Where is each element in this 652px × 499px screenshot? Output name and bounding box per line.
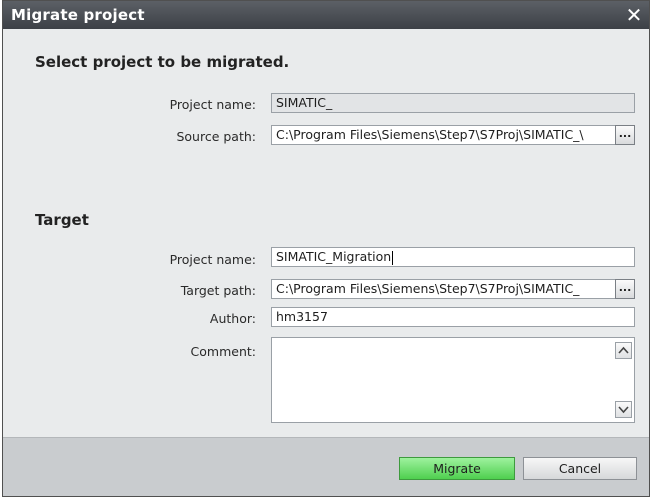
migrate-button[interactable]: Migrate: [399, 457, 515, 480]
text-caret: [392, 250, 394, 265]
author-label: Author:: [209, 311, 256, 326]
chevron-up-icon: [618, 346, 629, 354]
cancel-button[interactable]: Cancel: [523, 457, 637, 480]
author-input[interactable]: hm3157: [271, 307, 635, 327]
button-bar: Migrate Cancel: [3, 437, 649, 496]
scroll-up-button[interactable]: [615, 342, 632, 359]
comment-label: Comment:: [190, 344, 256, 359]
target-path-field[interactable]: C:\Program Files\Siemens\Step7\S7Proj\SI…: [271, 279, 617, 299]
close-icon[interactable]: ✕: [623, 4, 645, 26]
target-section-heading: Target: [35, 211, 89, 229]
chevron-down-icon: [618, 406, 629, 414]
scroll-down-button[interactable]: [615, 401, 632, 418]
title-bar[interactable]: Migrate project ✕: [3, 1, 649, 29]
dialog-title: Migrate project: [11, 6, 145, 24]
target-path-label: Target path:: [180, 283, 256, 298]
comment-textarea[interactable]: [271, 337, 635, 423]
source-path-field[interactable]: C:\Program Files\Siemens\Step7\S7Proj\SI…: [271, 125, 617, 145]
source-path-label: Source path:: [176, 129, 256, 144]
target-project-name-label: Project name:: [169, 252, 256, 267]
source-browse-button[interactable]: ...: [615, 125, 635, 145]
target-project-name-value: SIMATIC_Migration: [276, 249, 392, 264]
source-project-name-field: SIMATIC_: [271, 93, 635, 113]
source-section-heading: Select project to be migrated.: [35, 53, 290, 71]
migrate-project-dialog: Migrate project ✕ Select project to be m…: [2, 0, 650, 497]
target-browse-button[interactable]: ...: [615, 279, 635, 299]
source-project-name-label: Project name:: [169, 97, 256, 112]
target-project-name-input[interactable]: SIMATIC_Migration: [271, 247, 635, 267]
